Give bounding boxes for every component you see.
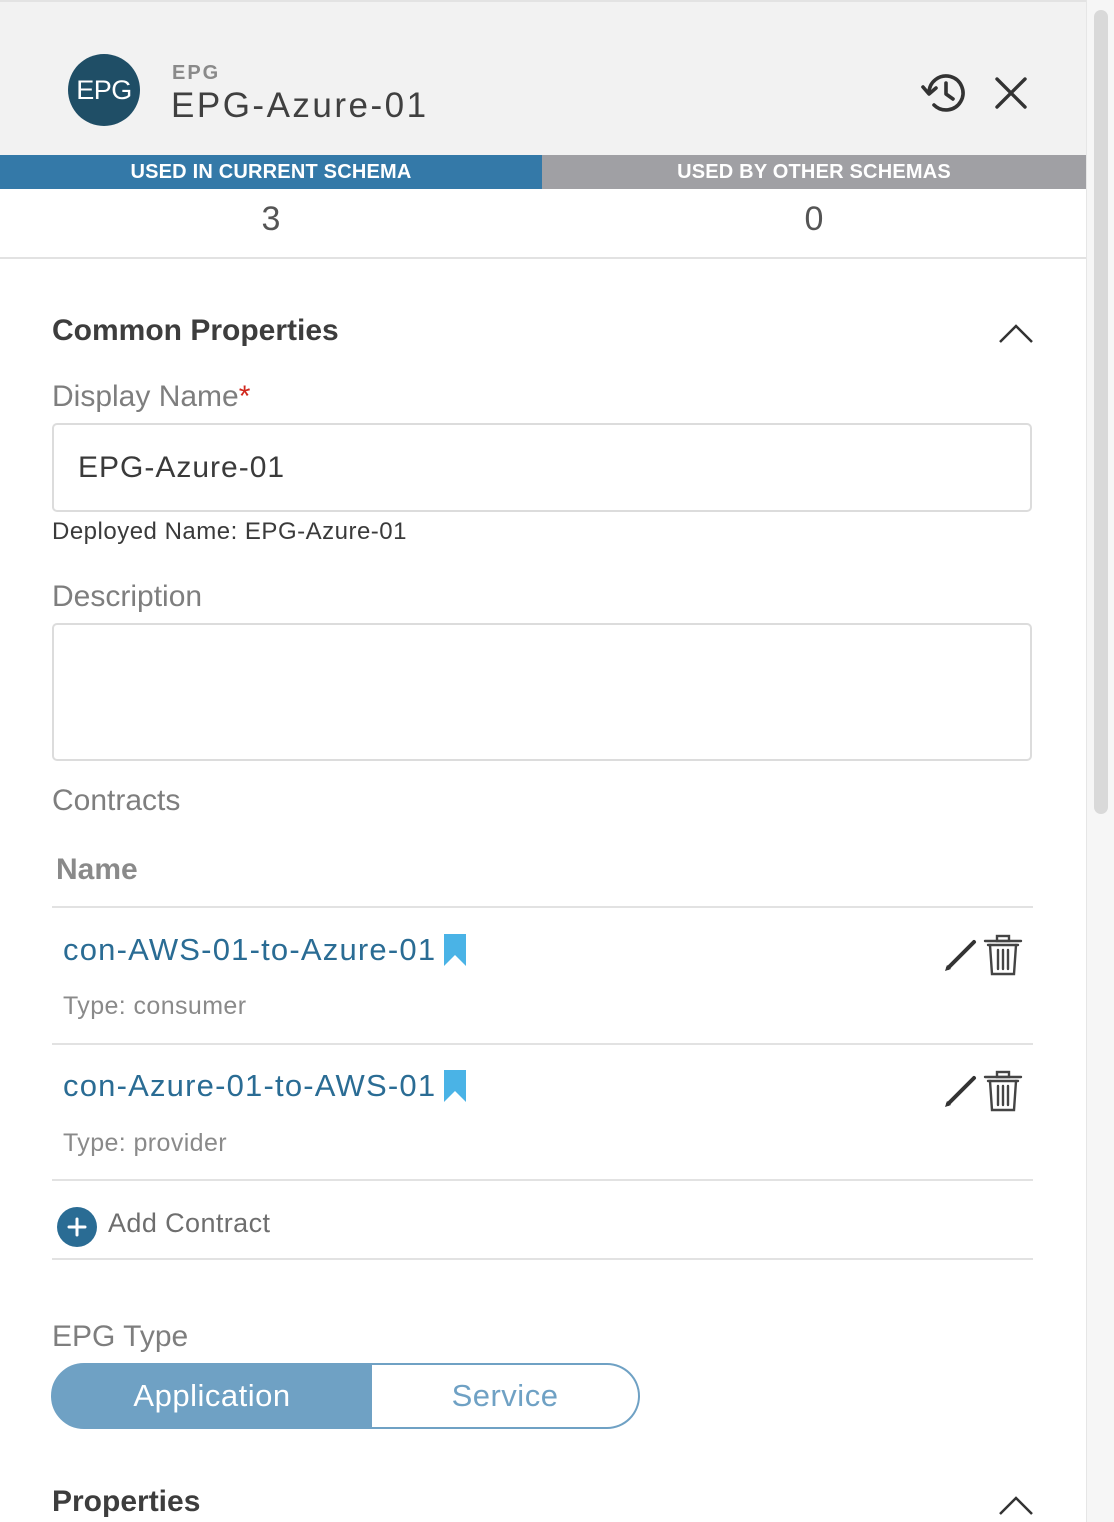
epg-type-application-toggle[interactable]: Application	[51, 1363, 373, 1429]
display-name-label: Display Name*	[52, 380, 250, 414]
collapse-common-chevron-icon[interactable]	[996, 320, 1036, 346]
other-schemas-count: 0	[804, 200, 824, 238]
properties-title: Properties	[52, 1485, 201, 1518]
scrollbar-thumb[interactable]	[1094, 10, 1108, 814]
epg-properties-panel: EPG EPG EPG-Azure-01 USED IN CURRENT SCH…	[0, 0, 1086, 1522]
delete-trash-icon[interactable]	[982, 934, 1024, 976]
contract-row-divider	[52, 1179, 1033, 1181]
display-name-label-text: Display Name	[52, 380, 239, 413]
contracts-name-column-header: Name	[56, 853, 138, 886]
object-name-title: EPG-Azure-01	[171, 86, 429, 125]
deployed-name-text: Deployed Name: EPG-Azure-01	[52, 518, 407, 545]
panel-header: EPG EPG EPG-Azure-01	[0, 0, 1086, 155]
description-label: Description	[52, 580, 203, 613]
contract-link-1[interactable]: con-AWS-01-to-Azure-01	[63, 932, 467, 968]
edit-pencil-icon[interactable]	[942, 938, 978, 974]
current-schema-count: 3	[261, 200, 281, 238]
epg-type-service-toggle[interactable]: Service	[372, 1363, 640, 1429]
required-asterisk: *	[238, 380, 251, 413]
contracts-header-divider	[52, 906, 1033, 908]
common-properties-title: Common Properties	[52, 314, 339, 347]
bookmark-icon	[444, 1070, 467, 1102]
delete-trash-icon[interactable]	[982, 1070, 1024, 1112]
description-textarea[interactable]	[52, 623, 1032, 761]
contract-link-2[interactable]: con-Azure-01-to-AWS-01	[63, 1068, 467, 1104]
history-icon[interactable]	[920, 68, 970, 118]
display-name-input[interactable]	[52, 423, 1032, 512]
close-icon[interactable]	[986, 68, 1036, 118]
bookmark-icon	[444, 934, 467, 966]
contract-row-divider	[52, 1043, 1033, 1045]
object-type-label: EPG	[172, 62, 221, 84]
contract-type: Type: provider	[63, 1129, 228, 1157]
contract-type: Type: consumer	[63, 992, 247, 1020]
tab-used-in-current-schema[interactable]: USED IN CURRENT SCHEMA	[0, 155, 542, 189]
tab-used-by-other-schemas[interactable]: USED BY OTHER SCHEMAS	[542, 155, 1086, 189]
epg-avatar: EPG	[68, 54, 140, 126]
usage-divider	[0, 257, 1086, 259]
contract-name[interactable]: con-Azure-01-to-AWS-01	[63, 1068, 436, 1104]
contract-name[interactable]: con-AWS-01-to-Azure-01	[63, 932, 436, 968]
add-contract-plus-icon[interactable]	[57, 1207, 97, 1247]
contracts-bottom-divider	[52, 1258, 1033, 1260]
contracts-label: Contracts	[52, 784, 181, 817]
edit-pencil-icon[interactable]	[942, 1074, 978, 1110]
collapse-properties-chevron-icon[interactable]	[996, 1492, 1036, 1518]
epg-type-label: EPG Type	[52, 1320, 189, 1353]
add-contract-button[interactable]: Add Contract	[108, 1208, 270, 1239]
